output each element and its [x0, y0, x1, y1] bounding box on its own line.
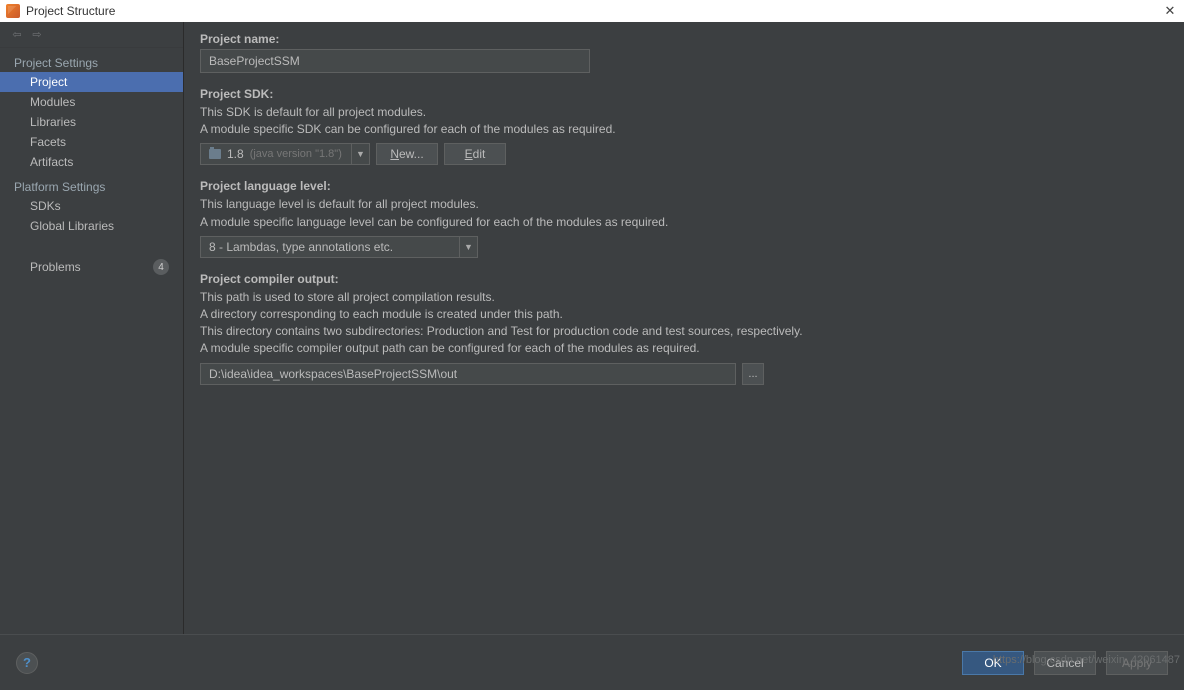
project-name-label: Project name: — [200, 32, 1168, 46]
project-sdk-label: Project SDK: — [200, 87, 1168, 101]
browse-button[interactable]: ... — [742, 363, 764, 385]
sidebar-item-facets[interactable]: Facets — [0, 132, 183, 152]
new-sdk-button[interactable]: New... — [376, 143, 438, 165]
watermark: https://blog.csdn.net/weixin_42061487 — [993, 654, 1180, 666]
sidebar-item-modules[interactable]: Modules — [0, 92, 183, 112]
chevron-down-icon[interactable]: ▼ — [352, 143, 370, 165]
chevron-down-icon[interactable]: ▼ — [460, 236, 478, 258]
help-button[interactable]: ? — [16, 652, 38, 674]
sidebar-item-sdks[interactable]: SDKs — [0, 196, 183, 216]
sidebar-item-problems[interactable]: Problems 4 — [0, 256, 183, 278]
sidebar-item-global-libraries[interactable]: Global Libraries — [0, 216, 183, 236]
lang-desc1: This language level is default for all p… — [200, 196, 1168, 212]
lang-desc2: A module specific language level can be … — [200, 214, 1168, 230]
folder-icon — [209, 149, 221, 159]
edit-sdk-button[interactable]: Edit — [444, 143, 506, 165]
compiler-output-input[interactable] — [200, 363, 736, 385]
sidebar: ⇦ ⇨ Project Settings Project Modules Lib… — [0, 22, 184, 634]
out-desc4: A module specific compiler output path c… — [200, 340, 1168, 356]
sidebar-item-libraries[interactable]: Libraries — [0, 112, 183, 132]
project-name-input[interactable] — [200, 49, 590, 73]
nav-forward-icon[interactable]: ⇨ — [30, 28, 44, 42]
sdk-desc1: This SDK is default for all project modu… — [200, 104, 1168, 120]
app-icon — [6, 4, 20, 18]
window-title: Project Structure — [26, 4, 115, 18]
lang-level-dropdown[interactable]: 8 - Lambdas, type annotations etc. ▼ — [200, 236, 1168, 258]
out-desc1: This path is used to store all project c… — [200, 289, 1168, 305]
close-icon[interactable]: ✕ — [1162, 3, 1178, 19]
section-platform-settings: Platform Settings — [0, 172, 183, 196]
titlebar: Project Structure ✕ — [0, 0, 1184, 22]
sidebar-item-project[interactable]: Project — [0, 72, 183, 92]
lang-level-label: Project language level: — [200, 179, 1168, 193]
out-desc2: A directory corresponding to each module… — [200, 306, 1168, 322]
sdk-dropdown[interactable]: 1.8 (java version "1.8") ▼ — [200, 143, 370, 165]
content-panel: Project name: Project SDK: This SDK is d… — [184, 22, 1184, 634]
problems-badge: 4 — [153, 259, 169, 275]
out-desc3: This directory contains two subdirectori… — [200, 323, 1168, 339]
compiler-output-label: Project compiler output: — [200, 272, 1168, 286]
section-project-settings: Project Settings — [0, 48, 183, 72]
nav-back-icon[interactable]: ⇦ — [10, 28, 24, 42]
sdk-desc2: A module specific SDK can be configured … — [200, 121, 1168, 137]
sidebar-item-artifacts[interactable]: Artifacts — [0, 152, 183, 172]
